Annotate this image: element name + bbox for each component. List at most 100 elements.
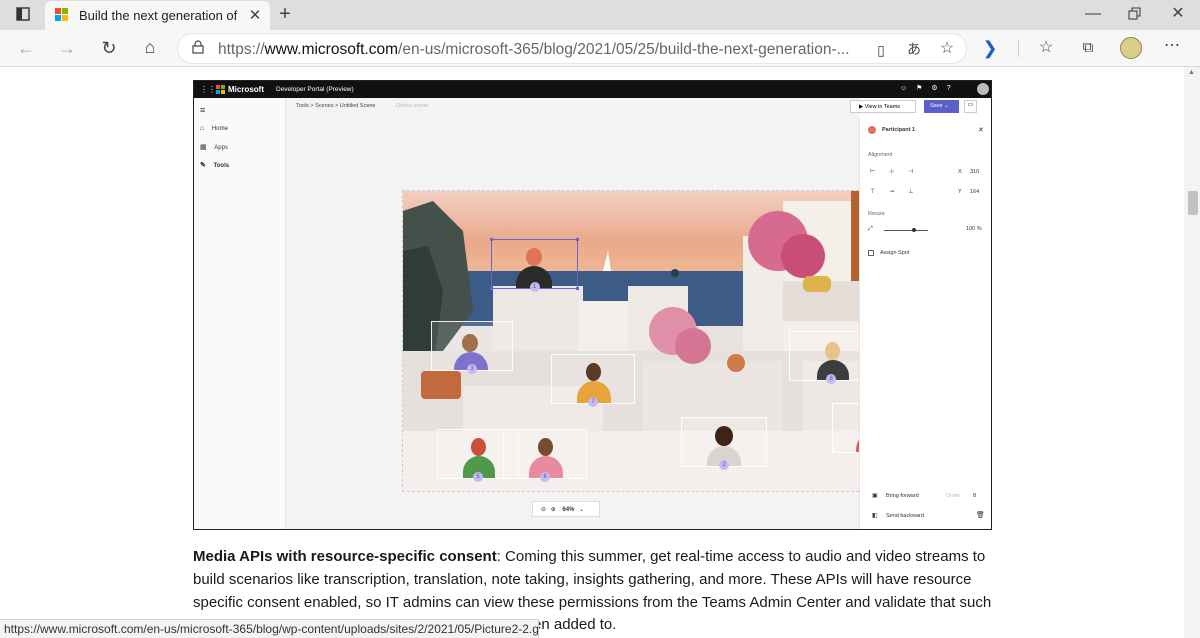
close-window-icon[interactable]: ✕ [1169,5,1187,23]
avatar-person-icon [462,334,478,352]
microsoft-logo-icon [55,8,69,22]
dp-nav-home-label: Home [211,126,228,132]
assign-spot-label: Assign Spot [880,250,910,256]
resize-handle-icon[interactable] [490,287,493,290]
dp-topbar-icons: ☺⚑⚙? [900,85,960,92]
send-backward-icon: ◧ [872,513,878,519]
y-value[interactable]: 164 [970,189,979,195]
waffle-icon: ⋮⋮ [200,85,216,94]
dp-ms-logo-icon [216,85,225,94]
toolbar-divider [1018,40,1019,57]
tab-active[interactable]: Build the next generation of colla ✕ [45,1,270,30]
zoom-in-icon[interactable]: ⊕ [551,507,556,513]
resize-label: Resize [868,211,885,217]
avatar-slot[interactable]: 2 [681,417,767,470]
trash-icon[interactable]: 🗑 [976,511,985,519]
dp-delete-scene[interactable]: Delete scene [396,103,428,109]
panel-close-icon[interactable]: ✕ [978,126,984,134]
dp-nav-apps-label: Apps [214,145,228,151]
avatar-slot[interactable]: 6 [503,429,587,482]
more-icon[interactable]: ⋯ [1162,37,1182,55]
scroll-up-icon[interactable]: ▲ [1188,69,1195,76]
send-backward-label[interactable]: Send backward [886,513,924,519]
avatar-slot[interactable]: 3 [431,321,513,374]
avatar-number: 1 [529,282,540,292]
avatar-person-icon [586,363,601,381]
scrollbar-thumb[interactable] [1188,191,1198,215]
resize-handle-icon[interactable] [490,238,493,241]
hamburger-icon[interactable]: ≡ [200,105,205,115]
collections-icon[interactable]: ⧉ [1078,39,1098,57]
developer-portal-screenshot[interactable]: ⋮⋮ Microsoft Developer Portal (Preview) … [193,80,992,530]
tools-icon: ✎ [200,162,206,169]
dp-panel-toggle-icon[interactable]: ▭ [964,100,977,113]
avatar-slot[interactable]: 7 [551,354,635,407]
resize-handle-icon[interactable] [576,238,579,241]
dp-nav-home[interactable]: ⌂ Home [200,125,228,132]
alignment-label: Alignment [868,152,893,158]
avatar-number: 6 [540,472,550,482]
x-value[interactable]: 310 [970,169,979,175]
article-paragraph: Media APIs with resource-specific consen… [193,546,993,614]
profile-avatar[interactable] [1120,37,1142,59]
dp-breadcrumb: Tools > Scenes > Untitled Scene [296,103,376,109]
home-icon[interactable]: ⌂ [140,38,160,56]
bring-forward-label[interactable]: Bring forward [886,493,919,499]
dp-nav-apps[interactable]: ▦ Apps [200,143,228,151]
dp-sidebar: ≡ ⌂ Home ▦ Apps ✎ Tools [194,98,286,529]
refresh-icon[interactable]: ↻ [99,39,119,57]
dp-properties-panel: Participant 1 ✕ Alignment ⊢⊹⊣ ⊤⊸⊥ X 310 … [859,118,991,529]
dp-user-avatar [977,83,989,95]
resize-value[interactable]: 100 % [966,226,982,232]
translate-icon[interactable]: あ [904,40,924,58]
save-button[interactable]: Save ⌄ [924,100,959,113]
selected-avatar-frame[interactable]: 1 [490,238,579,292]
reader-view-icon[interactable]: ▯ [872,41,890,59]
x-label: X [958,169,962,175]
dp-nav-tools[interactable]: ✎ Tools [200,161,229,169]
paragraph-tail: en added to. [533,616,617,633]
page-content: ⋮⋮ Microsoft Developer Portal (Preview) … [0,67,1200,638]
participant-title: Participant 1 [882,127,916,133]
favorite-add-icon[interactable]: ☆ [938,40,956,58]
minimize-icon[interactable]: — [1084,5,1102,23]
chevron-down-icon[interactable]: ⌄ [579,507,584,513]
assign-spot-checkbox[interactable] [868,250,874,256]
page-scrollbar[interactable]: ▲ [1184,67,1200,638]
resize-handle-icon[interactable] [576,287,579,290]
tab-title: Build the next generation of colla [79,8,239,23]
scene-preview[interactable]: 1 3 7 8 5 6 2 [402,190,929,492]
avatar-person-icon [715,426,733,446]
extension-icon[interactable]: ❯ [980,39,1000,57]
zoom-control[interactable]: ⊖ ⊕ 64% ⌄ [532,501,600,517]
avatar-number: 2 [719,460,729,470]
align-icons-row-1[interactable]: ⊢⊹⊣ [870,168,927,175]
url-text: https://www.microsoft.com/en-us/microsof… [218,41,850,58]
dp-topbar: ⋮⋮ Microsoft Developer Portal (Preview) … [194,81,991,98]
avatar-number: 7 [588,397,598,407]
view-in-teams-button[interactable]: ▶ View in Teams [850,100,916,113]
participant-avatar-icon [868,126,876,134]
favorites-icon[interactable]: ☆ [1036,39,1056,57]
avatar-number: 3 [467,364,477,374]
new-tab-icon[interactable]: + [276,4,294,24]
lock-icon[interactable] [190,40,206,58]
dp-canvas[interactable]: Tools > Scenes > Untitled Scene Delete s… [286,98,977,529]
apps-icon: ▦ [200,144,207,151]
avatar-number: 5 [473,472,483,482]
avatar-person-icon [825,342,840,360]
resize-icon: ⤢ [868,226,873,232]
align-icons-row-2[interactable]: ⊤⊸⊥ [870,188,927,195]
address-bar[interactable]: https://www.microsoft.com/en-us/microsof… [177,33,967,64]
back-icon[interactable]: ← [16,39,36,57]
dp-nav-tools-label: Tools [213,163,230,169]
close-tab-icon[interactable]: ✕ [247,7,263,25]
restore-icon[interactable] [1126,6,1144,24]
zoom-out-icon[interactable]: ⊖ [541,507,546,513]
order-value[interactable]: 8 [973,493,976,499]
avatar-person-icon [471,438,486,456]
resize-slider-thumb[interactable] [912,228,916,232]
forward-icon[interactable]: → [57,39,77,57]
tab-actions-icon[interactable] [14,6,32,25]
resize-slider[interactable] [884,230,928,231]
